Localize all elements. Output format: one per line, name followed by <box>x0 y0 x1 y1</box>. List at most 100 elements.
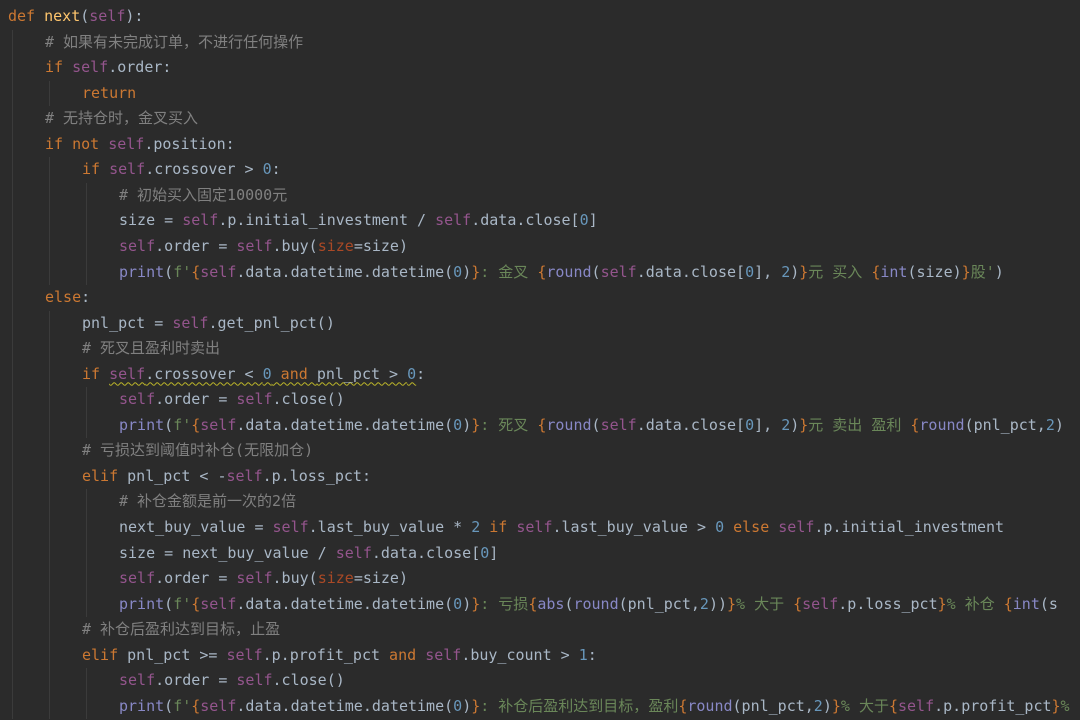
code-token: } <box>471 696 481 715</box>
code-token: { <box>191 594 201 613</box>
code-line[interactable]: if self.crossover < 0 and pnl_pct > 0: <box>82 362 425 388</box>
code-line[interactable]: if self.crossover > 0: <box>82 157 281 183</box>
code-token: # 死叉且盈利时卖出 <box>82 339 221 358</box>
code-token: .position: <box>144 134 235 153</box>
code-line[interactable]: self.order = self.close() <box>119 668 345 694</box>
code-token: )) <box>708 594 727 613</box>
code-token: self <box>200 696 237 715</box>
code-token: : <box>416 364 426 383</box>
code-token: ) <box>462 696 472 715</box>
code-token: : 金叉 <box>480 262 538 281</box>
code-token: .last_buy_value > <box>552 518 716 536</box>
code-line[interactable]: pnl_pct = self.get_pnl_pct() <box>82 311 335 337</box>
code-line[interactable]: size = next_buy_value / self.data.close[… <box>119 541 498 567</box>
code-token: 元 卖出 盈利 <box>808 415 911 434</box>
code-line[interactable]: if self.order: <box>45 55 171 81</box>
code-token: print <box>119 262 165 281</box>
code-line[interactable]: else: <box>45 285 90 311</box>
code-line[interactable]: next_buy_value = self.last_buy_value * 2… <box>119 515 1004 541</box>
code-token: 2 <box>1045 415 1055 434</box>
code-token: f' <box>173 262 192 281</box>
code-token: .p.profit_pct <box>934 696 1052 715</box>
code-line[interactable]: # 死叉且盈利时卖出 <box>82 336 220 362</box>
code-token: ( <box>80 7 90 25</box>
code-token: .get_pnl_pct() <box>208 313 335 332</box>
code-token: pnl_pct = <box>82 313 173 332</box>
code-line[interactable]: # 无持仓时，金叉买入 <box>45 106 198 132</box>
code-token: .p.profit_pct <box>262 645 381 664</box>
code-line[interactable]: print(f'{self.data.datetime.datetime(0)}… <box>119 413 1064 439</box>
code-token: # 无持仓时，金叉买入 <box>45 109 199 128</box>
code-token: self <box>119 671 156 690</box>
code-token: 股' <box>970 262 995 281</box>
code-line[interactable]: self.order = self.buy(size=size) <box>119 566 408 592</box>
code-token: self <box>226 466 263 485</box>
code-editor[interactable]: def next(self): # 如果有未完成订单，不进行任何操作 if self… <box>0 0 1080 720</box>
code-token: self <box>516 518 553 536</box>
code-token: .order: <box>108 58 172 77</box>
code-token: # 如果有未完成订单，不进行任何操作 <box>45 32 304 51</box>
code-token: self <box>600 415 637 434</box>
code-token: % 大于 <box>736 594 794 613</box>
code-line[interactable]: # 初始买入固定10000元 <box>119 183 287 209</box>
indent-guide <box>86 489 87 618</box>
code-token: ], <box>754 415 782 434</box>
code-line[interactable]: self.order = self.close() <box>119 387 345 413</box>
code-token: 0 <box>745 262 755 281</box>
code-token: ( <box>164 262 174 281</box>
code-token: : 死叉 <box>480 415 538 434</box>
code-token: .crossover > <box>145 160 263 179</box>
code-token: .close() <box>272 390 345 409</box>
code-token: .data.datetime.datetime( <box>236 262 454 281</box>
code-token: : 亏损 <box>480 594 529 613</box>
code-token: 0 <box>745 415 755 434</box>
code-token: f' <box>173 594 192 613</box>
code-token: self <box>72 58 109 77</box>
code-token: .buy( <box>272 569 318 588</box>
code-token: ( <box>164 696 174 715</box>
code-token: ) <box>462 594 472 613</box>
code-token: int <box>1012 594 1040 613</box>
code-token: self <box>236 236 273 255</box>
code-token: self <box>109 364 146 383</box>
code-token: self <box>226 645 263 664</box>
code-token: if <box>45 58 73 77</box>
code-line[interactable]: print(f'{self.data.datetime.datetime(0)}… <box>119 694 1070 720</box>
code-token: ( <box>591 262 601 281</box>
code-line[interactable]: # 补仓金额是前一次的2倍 <box>119 489 296 515</box>
code-line[interactable]: size = self.p.initial_investment / self.… <box>119 208 598 234</box>
code-line[interactable]: return <box>82 81 136 107</box>
code-token: # 补仓后盈利达到目标，止盈 <box>82 620 281 639</box>
indent-guide <box>49 310 50 720</box>
code-line[interactable]: print(f'{self.data.datetime.datetime(0)}… <box>119 592 1058 618</box>
code-token: self <box>200 415 237 434</box>
code-token: self <box>802 594 839 613</box>
code-line[interactable]: self.order = self.buy(size=size) <box>119 234 408 260</box>
indent-guide <box>49 157 50 286</box>
code-token: .data.close[ <box>471 211 580 230</box>
code-line[interactable]: print(f'{self.data.datetime.datetime(0)}… <box>119 260 1004 286</box>
code-token: pnl_pct < - <box>127 466 227 485</box>
code-line[interactable]: def next(self): <box>8 4 143 30</box>
code-line[interactable]: elif pnl_pct >= self.p.profit_pct and se… <box>82 643 597 669</box>
code-line[interactable]: # 亏损达到阈值时补仓(无限加仓) <box>82 438 313 464</box>
code-token: self <box>200 594 237 613</box>
code-line[interactable]: # 补仓后盈利达到目标，止盈 <box>82 617 280 643</box>
code-token: } <box>831 696 841 715</box>
code-token: self <box>119 569 156 588</box>
code-token: 0 <box>407 364 417 383</box>
code-token: self <box>108 134 145 153</box>
code-token: { <box>888 696 898 715</box>
code-token: and <box>380 645 426 664</box>
code-line[interactable]: elif pnl_pct < -self.p.loss_pct: <box>82 464 371 490</box>
code-token: : <box>81 288 91 307</box>
code-line[interactable]: # 如果有未完成订单，不进行任何操作 <box>45 30 303 56</box>
code-token: =size) <box>353 236 408 255</box>
code-token: pnl_pct >= <box>127 645 227 664</box>
code-token: ) <box>1054 415 1064 434</box>
code-token: self <box>272 518 309 536</box>
code-token: self <box>425 645 462 664</box>
code-token: 0 <box>453 262 463 281</box>
code-line[interactable]: if not self.position: <box>45 132 235 158</box>
code-token: } <box>471 262 481 281</box>
